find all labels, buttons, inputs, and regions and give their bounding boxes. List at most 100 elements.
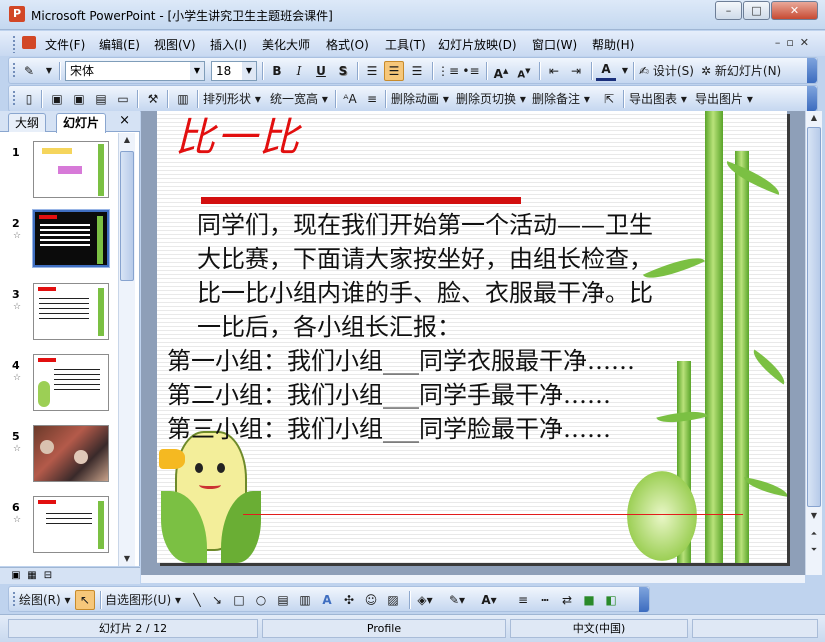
- toolbar-grip[interactable]: [12, 591, 16, 608]
- align-left-icon[interactable]: ☰: [362, 61, 382, 81]
- font-style-icon[interactable]: ᴬA: [340, 89, 360, 109]
- window-icon[interactable]: ▭: [113, 89, 133, 109]
- font-size-select[interactable]: 18 ▼: [211, 61, 257, 81]
- panel-scrollbar[interactable]: ▲ ▼: [118, 133, 135, 566]
- delete-transition-button[interactable]: 删除页切换 ▾: [456, 89, 526, 109]
- arrow-style-icon[interactable]: ⇄: [557, 590, 577, 610]
- rectangle-tool-icon[interactable]: □: [229, 590, 249, 610]
- font-color-icon[interactable]: A▾: [479, 590, 499, 610]
- arrow-tool-icon[interactable]: ↘: [207, 590, 227, 610]
- toolbar-overflow-icon[interactable]: [807, 58, 817, 83]
- dash-style-icon[interactable]: ┅: [535, 590, 555, 610]
- toolbar-overflow-icon[interactable]: [807, 86, 817, 111]
- previous-slide-icon[interactable]: ⏶: [806, 527, 822, 541]
- vertical-textbox-icon[interactable]: ▥: [295, 590, 315, 610]
- toolbar-options-icon[interactable]: ▼: [39, 61, 59, 81]
- increase-font-icon[interactable]: A▲: [491, 61, 511, 81]
- slide-body-text[interactable]: 同学们，现在我们开始第一个活动——卫生 大比赛，下面请大家按坐好，由组长检查， …: [167, 208, 772, 446]
- minimize-button[interactable]: –: [715, 1, 742, 20]
- menu-window[interactable]: 窗口(W): [532, 36, 577, 53]
- export-chart-button[interactable]: 导出图表 ▾: [629, 89, 687, 109]
- scroll-down-icon[interactable]: ▼: [806, 509, 822, 523]
- align-center-icon[interactable]: ☰: [384, 61, 404, 81]
- menu-help[interactable]: 帮助(H): [592, 36, 634, 53]
- slide-sorter-icon[interactable]: ▦: [26, 570, 38, 582]
- close-button[interactable]: ✕: [771, 1, 818, 20]
- powerpoint-icon[interactable]: P: [9, 6, 25, 22]
- diagram-icon[interactable]: ✣: [339, 590, 359, 610]
- export-image-button[interactable]: 导出图片 ▾: [695, 89, 753, 109]
- decrease-indent-icon[interactable]: ⇤: [544, 61, 564, 81]
- document-icon[interactable]: ▥: [173, 89, 193, 109]
- scroll-thumb[interactable]: [120, 151, 134, 281]
- slideshow-icon[interactable]: ⊟: [42, 570, 54, 582]
- shadow-style-icon[interactable]: ■: [579, 590, 599, 610]
- scroll-down-icon[interactable]: ▼: [119, 552, 135, 566]
- slide-thumbnail-2[interactable]: [32, 209, 110, 268]
- wordart-icon[interactable]: A: [317, 590, 337, 610]
- slide-title[interactable]: 比一比: [175, 111, 301, 163]
- slide-canvas[interactable]: 比一比 同学们，现在我们开始第一个活动——卫生 大比赛，下面请大家按坐好，由组长…: [157, 111, 787, 563]
- font-color-icon[interactable]: A: [596, 61, 616, 81]
- maximize-button[interactable]: □: [743, 1, 770, 20]
- menu-file[interactable]: 文件(F): [45, 36, 85, 53]
- close-pane-icon[interactable]: ×: [119, 113, 130, 128]
- new-doc-icon[interactable]: ▯: [19, 89, 39, 109]
- tab-slides[interactable]: 幻灯片: [56, 113, 107, 133]
- format-list-icon[interactable]: ≡: [362, 89, 382, 109]
- oval-tool-icon[interactable]: ○: [251, 590, 271, 610]
- line-tool-icon[interactable]: ╲: [187, 590, 207, 610]
- line-style-icon[interactable]: ≡: [513, 590, 533, 610]
- toolbar-grip[interactable]: [12, 90, 16, 107]
- bold-button[interactable]: B: [267, 61, 287, 81]
- export-slide-icon[interactable]: ⇱: [599, 89, 619, 109]
- menu-tools[interactable]: 工具(T): [385, 36, 426, 53]
- tab-outline[interactable]: 大纲: [8, 113, 47, 132]
- toolbar-overflow-icon[interactable]: [639, 587, 649, 612]
- fill-color-icon[interactable]: ◈▾: [415, 590, 435, 610]
- autoshapes-button[interactable]: 自选图形(U) ▾: [105, 590, 181, 610]
- shadow-button[interactable]: S: [333, 61, 353, 81]
- select-pointer-icon[interactable]: ↖: [75, 590, 95, 610]
- line-color-icon[interactable]: ✎▾: [447, 590, 467, 610]
- underline-button[interactable]: U: [311, 61, 331, 81]
- same-size-button[interactable]: 统一宽高 ▾: [270, 89, 328, 109]
- menu-insert[interactable]: 插入(I): [210, 36, 247, 53]
- scroll-up-icon[interactable]: ▲: [806, 111, 822, 125]
- menu-view[interactable]: 视图(V): [154, 36, 196, 53]
- menu-format[interactable]: 格式(O): [326, 36, 369, 53]
- clipart-icon[interactable]: ☺: [361, 590, 381, 610]
- design-button[interactable]: ✍ 设计(S): [639, 61, 694, 81]
- textbox-icon[interactable]: ▤: [273, 590, 293, 610]
- chevron-down-icon[interactable]: ▼: [615, 61, 635, 81]
- toolbar-grip[interactable]: [12, 62, 16, 79]
- image-icon[interactable]: ▣: [69, 89, 89, 109]
- format-painter-icon[interactable]: ✎: [19, 61, 39, 81]
- delete-animation-button[interactable]: 删除动画 ▾: [391, 89, 449, 109]
- document-window-controls[interactable]: –▫✕: [775, 36, 815, 49]
- decrease-font-icon[interactable]: A▼: [514, 61, 534, 81]
- delete-notes-button[interactable]: 删除备注 ▾: [532, 89, 590, 109]
- menu-beautify[interactable]: 美化大师: [262, 36, 310, 53]
- editor-scrollbar[interactable]: ▲ ▼ ⏶ ⏷: [805, 111, 822, 575]
- 3d-style-icon[interactable]: ◧: [601, 590, 621, 610]
- editor-horizontal-scrollbar[interactable]: [141, 575, 805, 583]
- menu-icon[interactable]: [22, 36, 36, 52]
- numbered-list-icon[interactable]: ⋮≡: [437, 61, 459, 81]
- italic-button[interactable]: I: [289, 61, 309, 81]
- magic-wand-icon[interactable]: ⚒: [143, 89, 163, 109]
- slide-thumbnail-6[interactable]: [33, 496, 109, 553]
- picture-icon[interactable]: ▣: [47, 89, 67, 109]
- insert-picture-icon[interactable]: ▨: [383, 590, 403, 610]
- slide-thumbnail-3[interactable]: [33, 283, 109, 340]
- font-name-select[interactable]: 宋体 ▼: [65, 61, 205, 81]
- increase-indent-icon[interactable]: ⇥: [566, 61, 586, 81]
- new-slide-button[interactable]: ✲ 新幻灯片(N): [701, 61, 781, 81]
- align-right-icon[interactable]: ☰: [407, 61, 427, 81]
- slide-thumbnail-5[interactable]: [33, 425, 109, 482]
- next-slide-icon[interactable]: ⏷: [806, 543, 822, 557]
- scroll-thumb[interactable]: [807, 127, 821, 507]
- normal-view-icon[interactable]: ▣: [10, 570, 22, 582]
- scroll-up-icon[interactable]: ▲: [119, 133, 135, 147]
- slide-thumbnail-1[interactable]: [33, 141, 109, 198]
